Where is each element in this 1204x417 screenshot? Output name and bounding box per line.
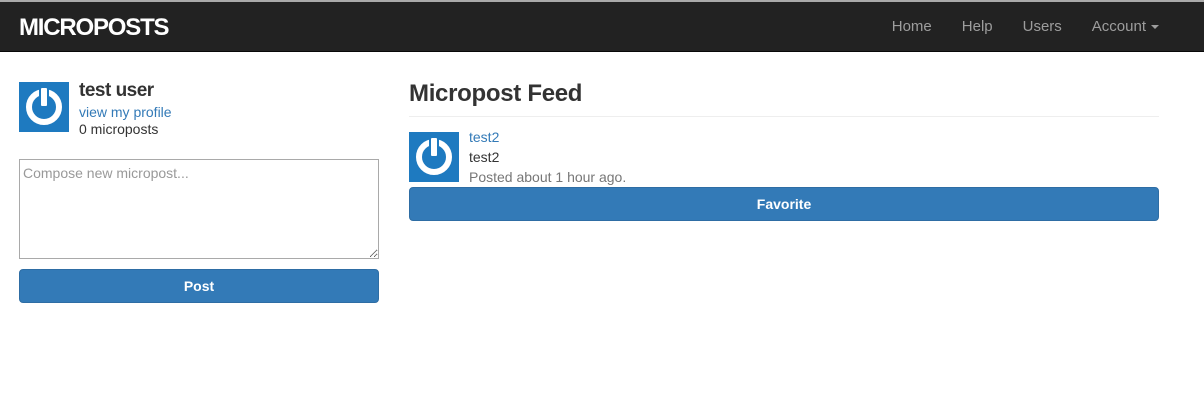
- brand-logo[interactable]: MICROPOSTS: [19, 15, 170, 41]
- nav-item-help[interactable]: Help: [947, 18, 1008, 35]
- user-name: test user: [79, 80, 154, 101]
- view-profile-link[interactable]: view my profile: [79, 104, 172, 120]
- chevron-down-icon: [1151, 25, 1159, 30]
- feed-divider: [409, 116, 1159, 117]
- post-content: test2: [469, 149, 500, 165]
- post-author-link[interactable]: test2: [469, 129, 499, 145]
- main-nav: Home Help Users Account: [877, 2, 1173, 52]
- gravatar-power-icon: [409, 132, 459, 182]
- compose-micropost-input[interactable]: [19, 159, 379, 259]
- post-button[interactable]: Post: [19, 269, 379, 303]
- nav-item-users[interactable]: Users: [1008, 18, 1077, 35]
- post-timestamp: Posted about 1 hour ago.: [469, 169, 627, 185]
- favorite-button[interactable]: Favorite: [409, 187, 1159, 221]
- post-author-avatar[interactable]: [409, 132, 459, 182]
- user-avatar[interactable]: [19, 82, 69, 132]
- nav-item-home[interactable]: Home: [877, 18, 947, 35]
- nav-item-account-dropdown[interactable]: Account: [1077, 18, 1173, 35]
- feed-title: Micropost Feed: [409, 80, 583, 107]
- nav-item-account-label: Account: [1091, 18, 1146, 35]
- top-navbar: MICROPOSTS Home Help Users Account: [0, 0, 1204, 52]
- micropost-count: 0 microposts: [79, 121, 159, 137]
- gravatar-power-icon: [19, 82, 69, 132]
